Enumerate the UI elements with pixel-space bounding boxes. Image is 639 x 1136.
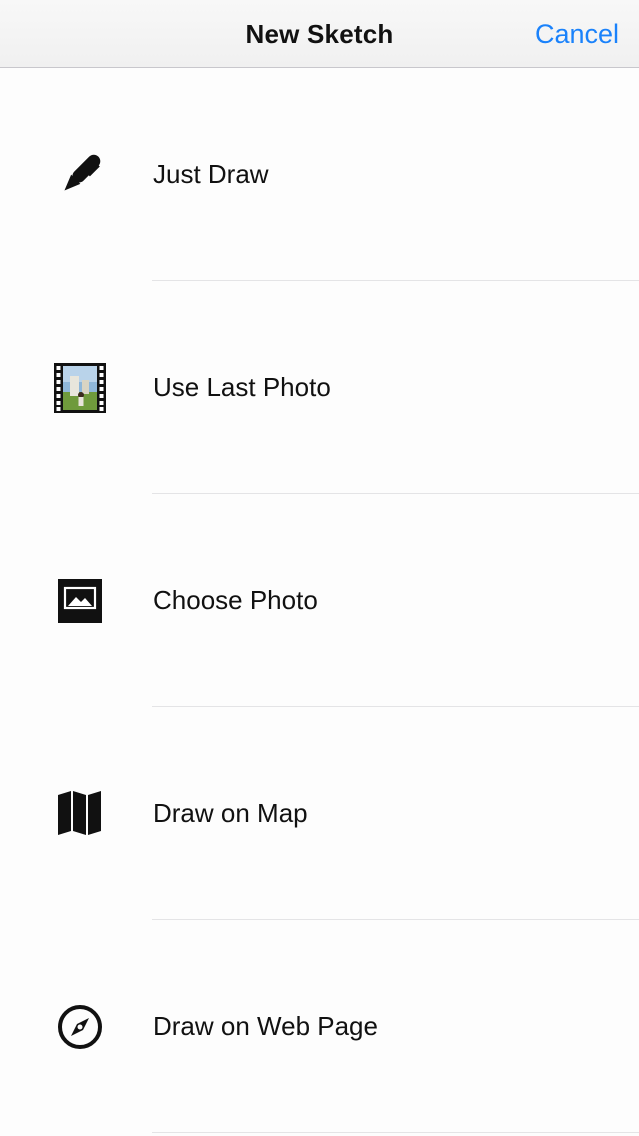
photo-icon <box>52 573 108 629</box>
option-label: Use Last Photo <box>153 372 331 402</box>
option-label: Choose Photo <box>153 585 318 615</box>
photo-filmstrip-icon <box>52 360 108 416</box>
cancel-button[interactable]: Cancel <box>535 19 619 50</box>
option-draw-on-map[interactable]: Draw on Map <box>0 707 639 920</box>
compass-icon <box>52 999 108 1055</box>
option-use-last-photo[interactable]: Use Last Photo <box>0 281 639 494</box>
option-label: Just Draw <box>153 159 269 189</box>
option-list: Just Draw Use Last Photo Choose Photo Dr… <box>0 68 639 1133</box>
pen-icon <box>52 147 108 203</box>
option-label: Draw on Web Page <box>153 1011 378 1041</box>
navigation-bar: New Sketch Cancel <box>0 0 639 68</box>
option-choose-photo[interactable]: Choose Photo <box>0 494 639 707</box>
option-draw-on-web-page[interactable]: Draw on Web Page <box>0 920 639 1133</box>
map-icon <box>52 786 108 842</box>
option-just-draw[interactable]: Just Draw <box>0 68 639 281</box>
divider <box>152 1132 639 1133</box>
option-label: Draw on Map <box>153 798 308 828</box>
